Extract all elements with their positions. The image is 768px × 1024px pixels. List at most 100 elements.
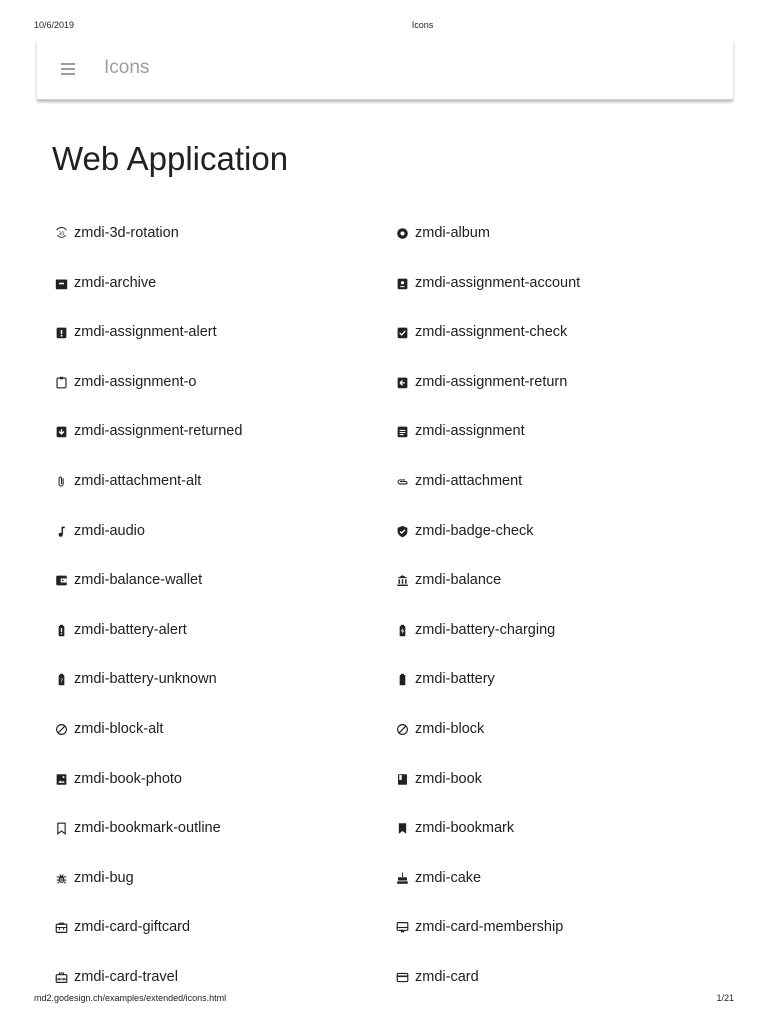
svg-text:?: ? [59, 678, 62, 684]
icon-label: zmdi-cake [415, 870, 482, 886]
icon-list-item: zmdi-bookmark [395, 817, 514, 839]
icon-list-item: zmdi-balance [395, 569, 501, 591]
icon-label: zmdi-assignment [415, 423, 525, 439]
icon-label: zmdi-3d-rotation [74, 225, 179, 241]
icon-list-item: zmdi-book-photo [54, 768, 182, 790]
icon-list-item: zmdi-assignment-o [54, 371, 197, 393]
battery-unknown-icon: ? [54, 672, 68, 686]
icon-label: zmdi-balance [415, 572, 502, 588]
icon-label: zmdi-assignment-o [74, 374, 197, 390]
assignment-returned-icon [54, 424, 68, 438]
icon-list-item: ? zmdi-battery-unknown [54, 668, 217, 690]
icon-label: zmdi-card-travel [74, 969, 178, 985]
icon-list-item: zmdi-assignment [395, 420, 525, 442]
icon-label: zmdi-battery [415, 671, 495, 687]
print-page-number: 1/21 [716, 993, 734, 1003]
icon-list-item: zmdi-battery-charging [395, 619, 555, 641]
battery-icon [395, 672, 409, 686]
icon-list-item: zmdi-card-giftcard [54, 916, 190, 938]
icon-list-item: zmdi-block [395, 718, 484, 740]
icon-list-item: zmdi-assignment-returned [54, 420, 242, 442]
block-alt-icon [54, 722, 68, 736]
icon-label: zmdi-card [415, 969, 479, 985]
icon-list-item: zmdi-assignment-alert [54, 321, 217, 343]
bookmark-outline-icon [54, 821, 68, 835]
assignment-check-icon [395, 325, 409, 339]
icon-list-item: zmdi-battery-alert [54, 619, 187, 641]
icon-list-item: zmdi-archive [54, 272, 156, 294]
menu-icon[interactable] [59, 60, 77, 78]
icon-list-item: zmdi-assignment-check [395, 321, 567, 343]
balance-wallet-icon [54, 573, 68, 587]
print-page-title: Icons [411, 20, 434, 30]
icon-list-item: zmdi-bookmark-outline [54, 817, 221, 839]
icon-label: zmdi-attachment [415, 473, 523, 489]
book-photo-icon [54, 772, 68, 786]
3d-rotation-icon: 3D [54, 226, 68, 240]
icon-label: zmdi-block [415, 721, 485, 737]
icon-list-item: zmdi-card [395, 966, 479, 988]
album-icon [395, 226, 409, 240]
icon-label: zmdi-book-photo [74, 771, 182, 787]
icon-list-item: zmdi-card-membership [395, 916, 563, 938]
icon-label: zmdi-bookmark-outline [74, 820, 221, 836]
attachment-icon [395, 474, 409, 488]
icon-list-item: zmdi-badge-check [395, 520, 533, 542]
cake-icon [395, 871, 409, 885]
icon-list-item: zmdi-card-travel [54, 966, 178, 988]
assignment-o-icon [54, 375, 68, 389]
bug-icon [54, 871, 68, 885]
balance-icon [395, 573, 409, 587]
badge-check-icon [395, 524, 409, 538]
block-icon [395, 722, 409, 736]
icon-label: zmdi-attachment-alt [74, 473, 202, 489]
icon-label: zmdi-album [415, 225, 490, 241]
icon-label: zmdi-audio [74, 523, 145, 539]
icon-label: zmdi-battery-charging [415, 622, 556, 638]
card-membership-icon [395, 920, 409, 934]
toolbar-title: Icons [104, 57, 150, 78]
icon-label: zmdi-card-giftcard [74, 919, 191, 935]
icon-label: zmdi-archive [74, 275, 157, 291]
icon-label: zmdi-card-membership [415, 919, 564, 935]
icon-list-item: zmdi-bug [54, 867, 134, 889]
icon-label: zmdi-bookmark [415, 820, 515, 836]
icon-list-item: zmdi-assignment-account [395, 272, 580, 294]
icon-label: zmdi-assignment-account [415, 275, 581, 291]
icon-label: zmdi-battery-alert [74, 622, 187, 638]
app-toolbar: Icons [37, 40, 733, 100]
icon-label: zmdi-assignment-alert [74, 324, 217, 340]
icon-list-item: zmdi-book [395, 768, 482, 790]
icon-list-item: zmdi-assignment-return [395, 371, 567, 393]
battery-charging-icon [395, 623, 409, 637]
icon-label: zmdi-assignment-return [415, 374, 568, 390]
archive-icon [54, 276, 68, 290]
icon-label: zmdi-assignment-check [415, 324, 568, 340]
print-url: md2.godesign.ch/examples/extended/icons.… [34, 993, 227, 1003]
bookmark-icon [395, 821, 409, 835]
icon-label: zmdi-balance-wallet [74, 572, 203, 588]
card-icon [395, 970, 409, 984]
icon-list-item: zmdi-audio [54, 520, 145, 542]
icon-label: zmdi-block-alt [74, 721, 164, 737]
audio-icon [54, 524, 68, 538]
icon-list-item: zmdi-attachment-alt [54, 470, 201, 492]
battery-alert-icon [54, 623, 68, 637]
icon-label: zmdi-battery-unknown [74, 671, 217, 687]
icon-list-item: zmdi-balance-wallet [54, 569, 202, 591]
assignment-account-icon [395, 276, 409, 290]
section-title: Web Application [52, 140, 289, 177]
svg-text:3D: 3D [58, 231, 64, 236]
icon-list-item: zmdi-attachment [395, 470, 522, 492]
assignment-alert-icon [54, 325, 68, 339]
icon-list-item: zmdi-battery [395, 668, 495, 690]
icon-list-item: zmdi-cake [395, 867, 481, 889]
card-travel-icon [54, 970, 68, 984]
icon-list-item: zmdi-block-alt [54, 718, 163, 740]
icon-list-item: zmdi-album [395, 222, 490, 244]
icon-label: zmdi-book [415, 771, 482, 787]
icon-label: zmdi-bug [74, 870, 134, 886]
attachment-alt-icon [54, 474, 68, 488]
assignment-icon [395, 424, 409, 438]
card-giftcard-icon [54, 920, 68, 934]
